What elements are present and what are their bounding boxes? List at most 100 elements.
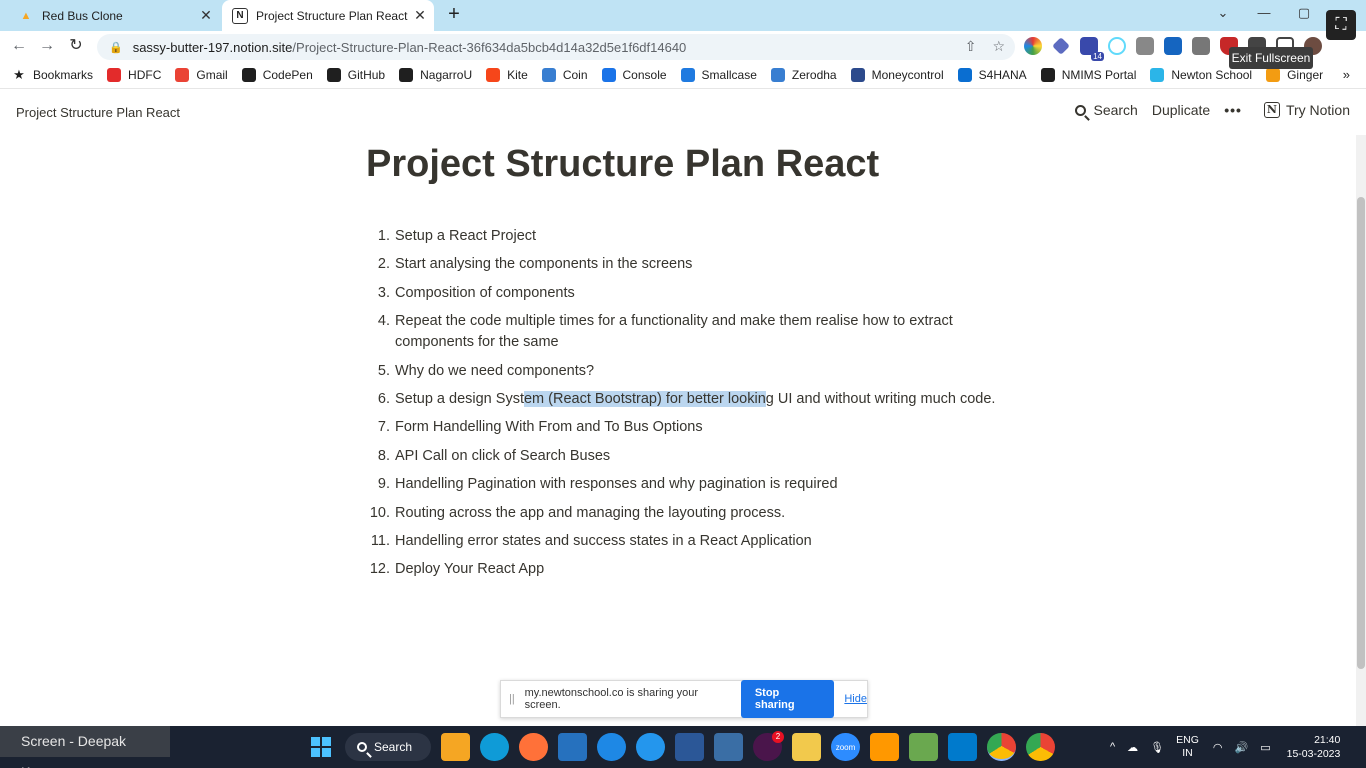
bookmark-star-icon[interactable]: ☆ xyxy=(992,38,1005,55)
tab-project-structure[interactable]: N Project Structure Plan React ✕ xyxy=(222,0,434,31)
bookmark-item[interactable]: S4HANA xyxy=(957,68,1027,82)
graduation-extension-icon[interactable]: 14 xyxy=(1080,37,1104,61)
s4hana-icon xyxy=(957,68,972,82)
microphone-icon[interactable]: 🎙 xyxy=(1150,741,1164,754)
chart-extension-icon[interactable] xyxy=(1136,37,1154,55)
close-icon[interactable]: ✕ xyxy=(196,7,216,24)
edge-icon[interactable] xyxy=(480,733,509,761)
bookmark-item[interactable]: NagarroU xyxy=(399,68,472,82)
list-item: 8. API Call on click of Search Buses xyxy=(366,446,996,467)
close-icon[interactable]: ✕ xyxy=(410,7,430,24)
powershell-icon[interactable] xyxy=(558,733,587,761)
bookmark-item[interactable]: Coin xyxy=(541,68,588,82)
star-icon: ★ xyxy=(13,67,25,82)
tab-search-chevron-icon[interactable]: ⌄ xyxy=(1213,5,1233,21)
zoom-icon[interactable]: zoom xyxy=(831,733,860,761)
bookmark-item[interactable]: Console xyxy=(601,68,667,82)
bookmark-item[interactable]: ★ Bookmarks xyxy=(12,67,93,82)
windows-taskbar: Screen - Deepak Kumar Search 2 zoom ^ ☁ … xyxy=(0,726,1366,768)
list-number: 12. xyxy=(369,561,390,578)
react-extension-icon[interactable] xyxy=(1108,37,1126,55)
list-item: 4. Repeat the code multiple times for a f… xyxy=(366,311,996,353)
clock[interactable]: 21:40 15-03-2023 xyxy=(1287,733,1341,761)
bookmark-item[interactable]: Newton School xyxy=(1150,68,1252,82)
bookmark-item[interactable]: Gmail xyxy=(175,68,228,82)
share-icon[interactable]: ⇧ xyxy=(965,38,977,55)
bookmark-item[interactable]: Zerodha xyxy=(770,68,837,82)
screen-owner-label: Screen - Deepak Kumar xyxy=(0,726,170,768)
bookmark-label: NagarroU xyxy=(420,68,473,82)
drag-handle-icon[interactable]: || xyxy=(509,693,523,705)
page-scrollbar[interactable] xyxy=(1356,135,1366,726)
list-item: 1. Setup a React Project xyxy=(366,226,996,247)
calculator-icon[interactable] xyxy=(714,733,743,761)
tab-red-bus-clone[interactable]: ▲ Red Bus Clone ✕ xyxy=(8,0,220,31)
exit-fullscreen-icon[interactable]: ⛶ xyxy=(1326,10,1356,40)
bookmark-item[interactable]: Moneycontrol xyxy=(850,68,944,82)
battery-icon[interactable]: ▭ xyxy=(1260,741,1270,754)
list-item-text: Handelling Pagination with responses and… xyxy=(395,476,838,493)
wifi-icon[interactable]: ◠ xyxy=(1213,741,1223,754)
new-tab-button[interactable]: + xyxy=(443,4,465,26)
cube-extension-icon[interactable] xyxy=(1164,37,1182,55)
chrome-profile-icon[interactable] xyxy=(987,733,1016,761)
docker-icon[interactable] xyxy=(636,733,665,761)
vm-icon[interactable] xyxy=(675,733,704,761)
chrome-icon[interactable] xyxy=(1026,733,1055,761)
address-bar[interactable]: 🔒 sassy-butter-197.notion.site/Project-S… xyxy=(97,34,1015,60)
bookmark-label: Moneycontrol xyxy=(871,68,944,82)
maps-icon[interactable] xyxy=(597,733,626,761)
duplicate-button[interactable]: Duplicate xyxy=(1152,102,1210,118)
bookmark-item[interactable]: Kite xyxy=(486,68,528,82)
stop-sharing-button[interactable]: Stop sharing xyxy=(740,680,835,718)
bookmarks-bar: ★ Bookmarks HDFC Gmail CodePen GitHub NagarroU… xyxy=(0,62,1366,89)
bookmark-item[interactable]: HDFC xyxy=(107,68,161,82)
language-indicator[interactable]: ENG IN xyxy=(1176,734,1199,760)
back-arrow-icon[interactable]: ← xyxy=(9,36,29,56)
windows-start-icon[interactable] xyxy=(306,733,335,761)
try-notion-button[interactable]: N Try Notion xyxy=(1263,102,1350,118)
bookmark-item[interactable]: GitHub xyxy=(326,68,385,82)
eyedropper-extension-icon[interactable] xyxy=(1052,37,1070,55)
taskbar-search[interactable]: Search xyxy=(345,733,431,761)
vscode-icon[interactable] xyxy=(948,733,977,761)
search-button[interactable]: Search xyxy=(1075,102,1138,118)
onedrive-cloud-icon[interactable]: ☁ xyxy=(1127,741,1138,754)
red-bus-favicon-icon: ▲ xyxy=(20,9,32,22)
notepad-icon[interactable] xyxy=(909,733,938,761)
code-extension-icon[interactable] xyxy=(1192,37,1210,55)
more-options-button[interactable]: ••• xyxy=(1224,102,1242,118)
slack-icon[interactable]: 2 xyxy=(753,731,784,761)
bookmark-item[interactable]: CodePen xyxy=(241,68,313,82)
file-explorer-icon[interactable] xyxy=(792,733,821,761)
hide-link[interactable]: Hide xyxy=(844,693,867,705)
list-number: 9. xyxy=(377,476,390,493)
list-number: 2. xyxy=(377,256,390,273)
bookmark-label: NMIMS Portal xyxy=(1061,68,1137,82)
tab-title: Project Structure Plan React xyxy=(256,8,408,23)
color-extension-icon[interactable] xyxy=(1024,37,1042,55)
tab-title: Red Bus Clone xyxy=(42,8,123,23)
reload-icon[interactable]: ↻ xyxy=(66,36,86,56)
tray-chevron-icon[interactable]: ^ xyxy=(1110,741,1115,753)
search-label: Search xyxy=(1093,102,1138,118)
sublime-icon[interactable] xyxy=(870,733,899,761)
bookmarks-overflow-icon[interactable]: » xyxy=(1343,67,1350,82)
breadcrumb[interactable]: Project Structure Plan React xyxy=(16,105,180,120)
minimize-icon[interactable]: — xyxy=(1254,5,1274,20)
clock-date: 15-03-2023 xyxy=(1286,748,1341,760)
bookmark-item[interactable]: Ginger xyxy=(1266,68,1323,82)
forward-arrow-icon[interactable]: → xyxy=(37,36,57,56)
maximize-icon[interactable]: ▢ xyxy=(1294,5,1314,21)
list-item-text: Setup a React Project xyxy=(395,228,537,244)
bookmark-item[interactable]: NMIMS Portal xyxy=(1040,68,1137,82)
url-path: /Project-Structure-Plan-React-36f634da5b… xyxy=(292,39,687,55)
store-icon[interactable] xyxy=(441,733,470,761)
bookmark-item[interactable]: Smallcase xyxy=(680,68,757,82)
list-item: 2. Start analysing the components in the … xyxy=(366,254,996,275)
firefox-icon[interactable] xyxy=(519,733,548,761)
list-item-text: Form Handelling With From and To Bus Opt… xyxy=(395,419,703,436)
scrollbar-thumb[interactable] xyxy=(1357,197,1365,669)
list-item-text: Routing across the app and managing the … xyxy=(395,504,786,521)
volume-icon[interactable]: 🔊 xyxy=(1235,741,1249,754)
